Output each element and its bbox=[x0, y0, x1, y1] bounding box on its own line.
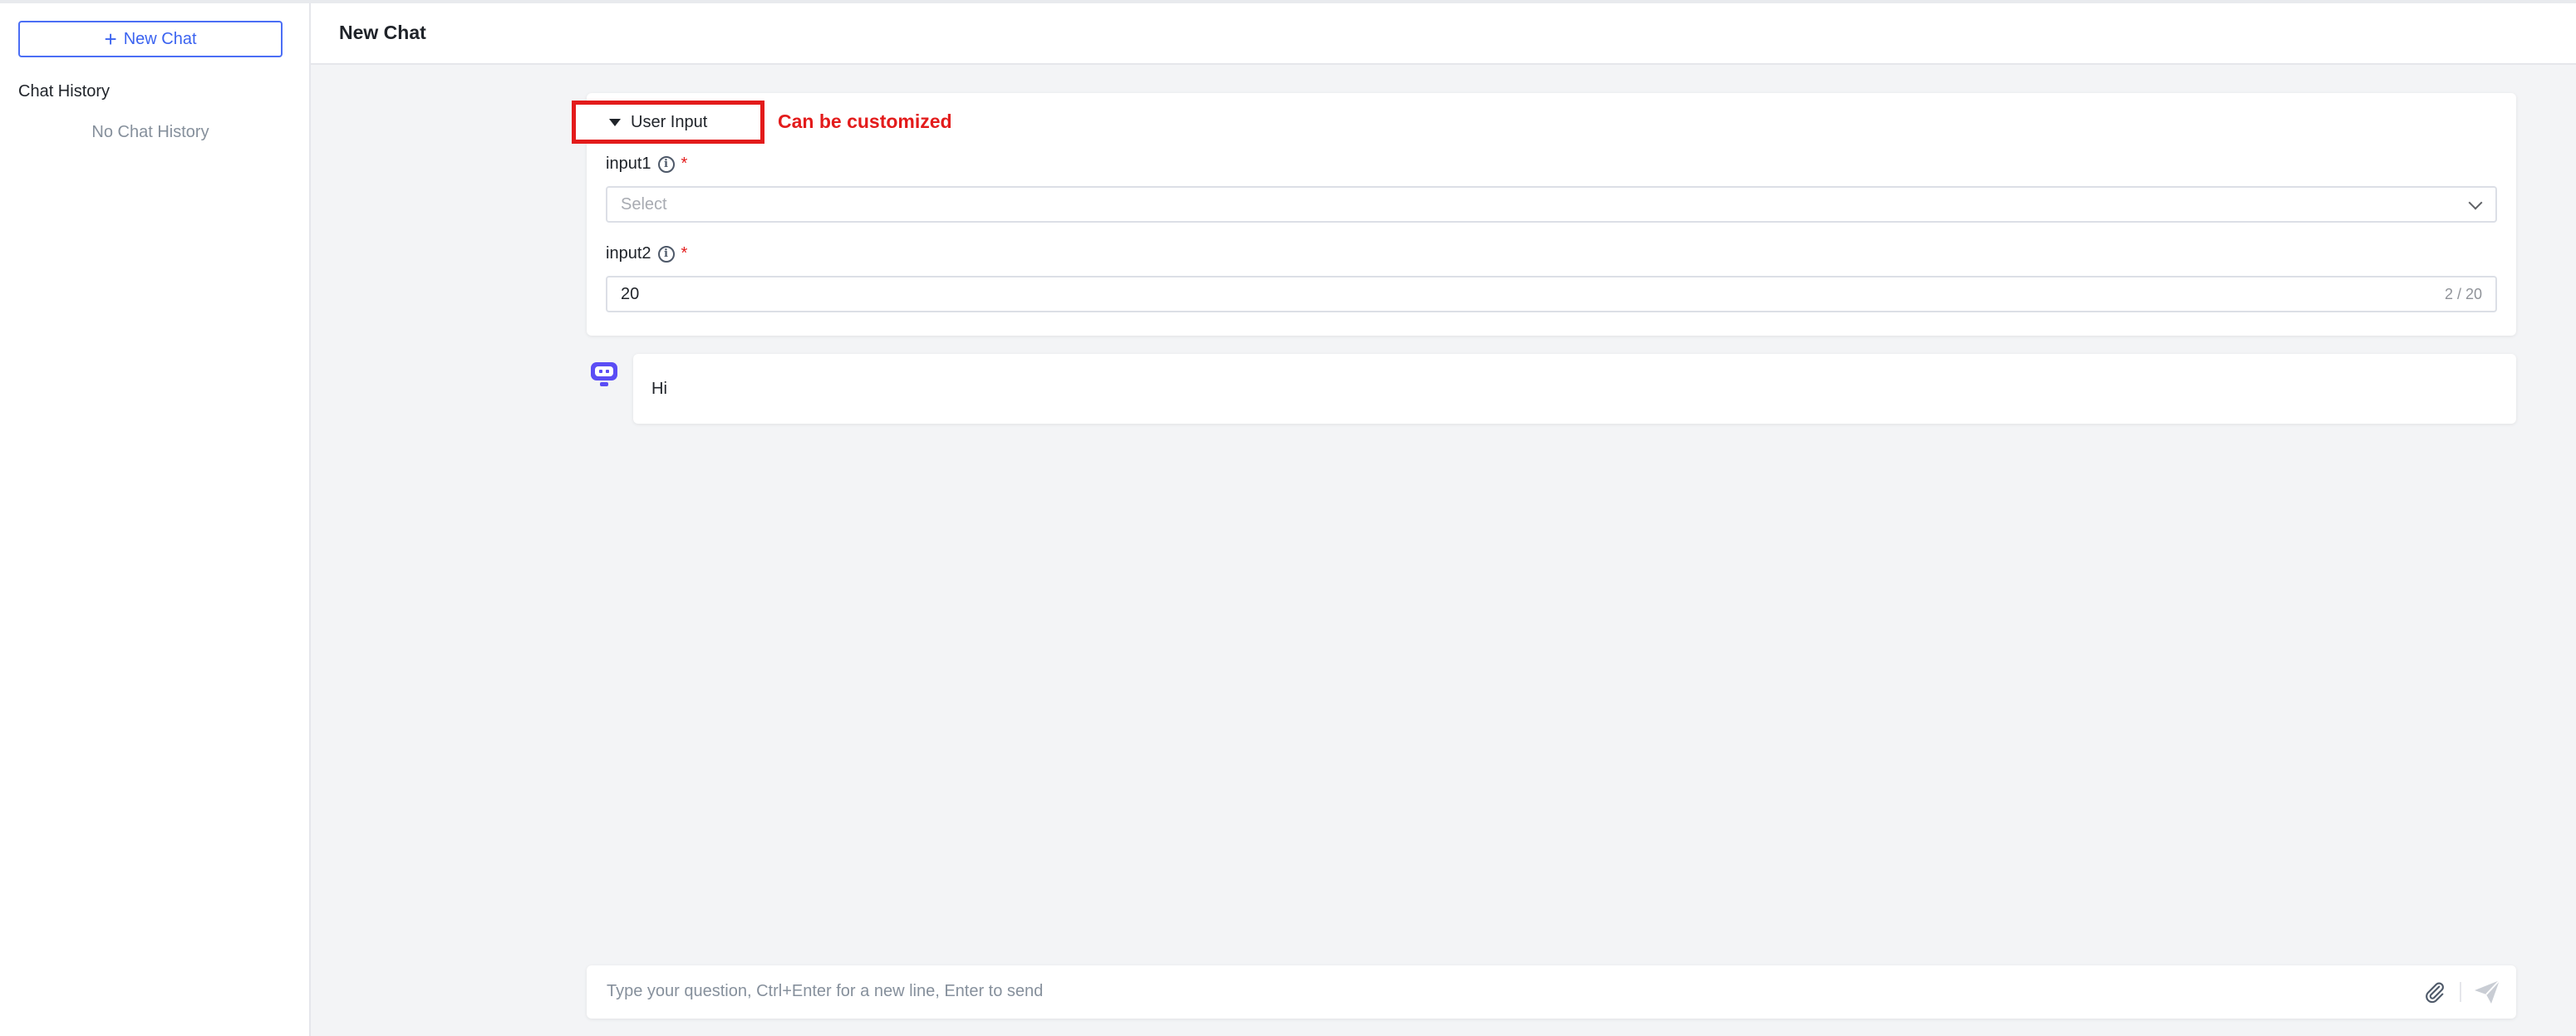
caret-down-icon bbox=[609, 118, 621, 126]
paperclip-icon[interactable] bbox=[2423, 980, 2446, 1004]
input2-label: input2 i * bbox=[606, 244, 687, 263]
send-icon[interactable] bbox=[2473, 979, 2501, 1005]
user-input-toggle-label: User Input bbox=[631, 112, 708, 131]
no-chat-history-text: No Chat History bbox=[91, 123, 209, 141]
chat-history-title: Chat History bbox=[18, 82, 111, 101]
chevron-down-icon bbox=[2468, 195, 2483, 210]
required-mark: * bbox=[681, 244, 688, 263]
input1-label: input1 i * bbox=[606, 155, 687, 174]
chat-input-placeholder: Type your question, Ctrl+Enter for a new… bbox=[607, 982, 1044, 1000]
user-input-toggle[interactable]: User Input bbox=[572, 101, 764, 144]
page-title: New Chat bbox=[339, 22, 426, 43]
new-chat-label: New Chat bbox=[123, 29, 197, 48]
bot-message-text: Hi bbox=[651, 379, 667, 398]
divider bbox=[2460, 982, 2461, 1002]
plus-icon: + bbox=[104, 27, 117, 52]
required-mark: * bbox=[681, 155, 688, 173]
bot-message: Hi bbox=[633, 354, 2516, 424]
input2-field[interactable]: 20 2 / 20 bbox=[606, 276, 2497, 312]
new-chat-button[interactable]: + New Chat bbox=[18, 21, 283, 57]
input1-label-text: input1 bbox=[606, 155, 651, 173]
input1-select[interactable]: Select bbox=[606, 186, 2497, 223]
input2-value: 20 bbox=[621, 284, 640, 303]
char-counter: 2 / 20 bbox=[2444, 286, 2482, 302]
header: New Chat bbox=[311, 3, 2576, 65]
info-icon[interactable]: i bbox=[657, 155, 675, 173]
chat-input[interactable]: Type your question, Ctrl+Enter for a new… bbox=[587, 965, 2516, 1019]
sidebar: + New Chat Chat History No Chat History bbox=[0, 3, 311, 1036]
customization-annotation: Can be customized bbox=[778, 110, 952, 132]
input1-placeholder: Select bbox=[621, 194, 667, 214]
input2-label-text: input2 bbox=[606, 244, 651, 263]
info-icon[interactable]: i bbox=[657, 245, 675, 263]
bot-avatar-icon bbox=[591, 362, 617, 386]
